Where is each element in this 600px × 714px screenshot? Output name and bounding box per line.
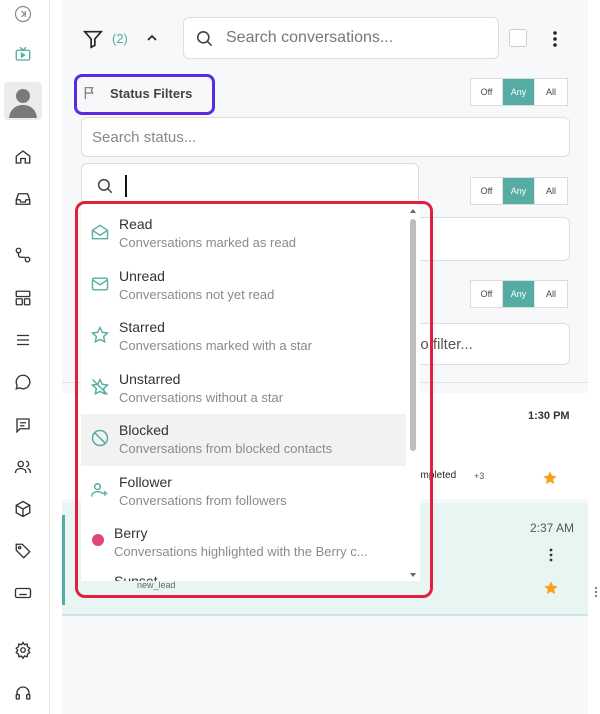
toggle-off[interactable]: Off <box>471 281 503 307</box>
filter-toggle-3[interactable]: Off Any All <box>470 280 568 308</box>
select-all-checkbox[interactable] <box>509 29 527 47</box>
toggle-off[interactable]: Off <box>471 79 503 105</box>
search-icon <box>195 29 214 48</box>
message-icon[interactable] <box>11 413 35 437</box>
status-search-input[interactable]: Search status... <box>81 117 570 157</box>
avatar[interactable] <box>4 82 42 120</box>
sidebar-rail <box>0 0 50 714</box>
package-icon[interactable] <box>11 497 35 521</box>
home-icon[interactable] <box>11 145 35 169</box>
tag-icon[interactable] <box>11 539 35 563</box>
conversation-search-input[interactable]: Search conversations... <box>183 17 499 59</box>
star-filled-icon[interactable] <box>543 580 559 596</box>
status-filters-label: Status Filters <box>110 86 193 101</box>
channel-icon[interactable] <box>11 42 35 66</box>
toggle-off[interactable]: Off <box>471 178 503 204</box>
headset-icon[interactable] <box>11 681 35 705</box>
selected-indicator <box>62 515 65 605</box>
layout-icon[interactable] <box>11 286 35 310</box>
toggle-all[interactable]: All <box>535 178 567 204</box>
workflow-icon[interactable] <box>11 243 35 267</box>
expand-icon[interactable] <box>11 2 35 26</box>
chat-icon[interactable] <box>11 370 35 394</box>
toggle-all[interactable]: All <box>535 79 567 105</box>
toggle-any[interactable]: Any <box>503 281 535 307</box>
chevron-up-icon[interactable] <box>144 30 160 46</box>
conversation-time: 1:30 PM <box>528 410 570 422</box>
keyboard-icon[interactable] <box>11 581 35 605</box>
more-options-icon[interactable] <box>548 547 554 563</box>
flag-icon <box>82 85 98 101</box>
star-filled-icon[interactable] <box>542 470 558 486</box>
contacts-icon[interactable] <box>11 455 35 479</box>
search-icon <box>96 177 114 195</box>
toggle-any[interactable]: Any <box>503 178 535 204</box>
filter-toggle-2[interactable]: Off Any All <box>470 177 568 205</box>
inbox-icon[interactable] <box>11 187 35 211</box>
filter-count-badge: (2) <box>112 31 128 46</box>
conversation-search-placeholder: Search conversations... <box>226 29 394 46</box>
more-options-icon[interactable] <box>551 29 559 49</box>
resize-handle-icon[interactable] <box>594 585 598 599</box>
options-highlight <box>75 201 433 598</box>
conversation-time: 2:37 AM <box>530 521 575 535</box>
conversation-tag-count: +3 <box>474 471 485 481</box>
status-filter-toggle[interactable]: Off Any All <box>470 78 568 106</box>
settings-icon[interactable] <box>11 638 35 662</box>
filter-icon[interactable] <box>82 28 104 50</box>
text-cursor <box>125 175 127 197</box>
status-search-placeholder: Search status... <box>92 128 197 146</box>
toggle-any[interactable]: Any <box>503 79 535 105</box>
toggle-all[interactable]: All <box>535 281 567 307</box>
menu-icon[interactable] <box>11 328 35 352</box>
